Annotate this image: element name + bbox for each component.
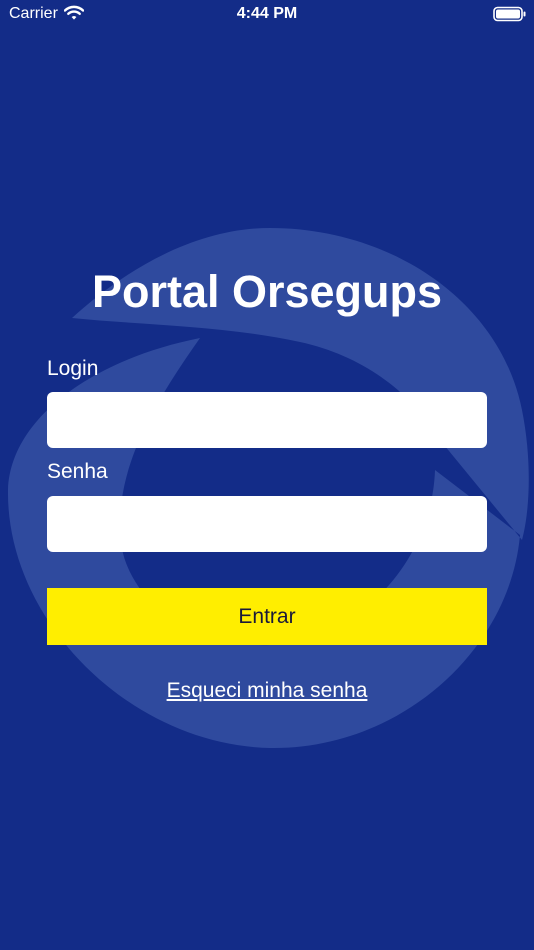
status-bar: Carrier 4:44 PM xyxy=(0,0,534,28)
password-label: Senha xyxy=(47,460,108,483)
battery-full-icon xyxy=(493,6,526,22)
password-input[interactable] xyxy=(47,496,487,552)
enter-button[interactable]: Entrar xyxy=(47,588,487,645)
forgot-password-link[interactable]: Esqueci minha senha xyxy=(0,679,534,703)
login-input[interactable] xyxy=(47,392,487,448)
login-screen: Carrier 4:44 PM Portal Orsegups Login Se… xyxy=(0,0,534,950)
page-title: Portal Orsegups xyxy=(91,266,443,317)
login-label: Login xyxy=(47,357,99,380)
status-time: 4:44 PM xyxy=(236,5,298,22)
